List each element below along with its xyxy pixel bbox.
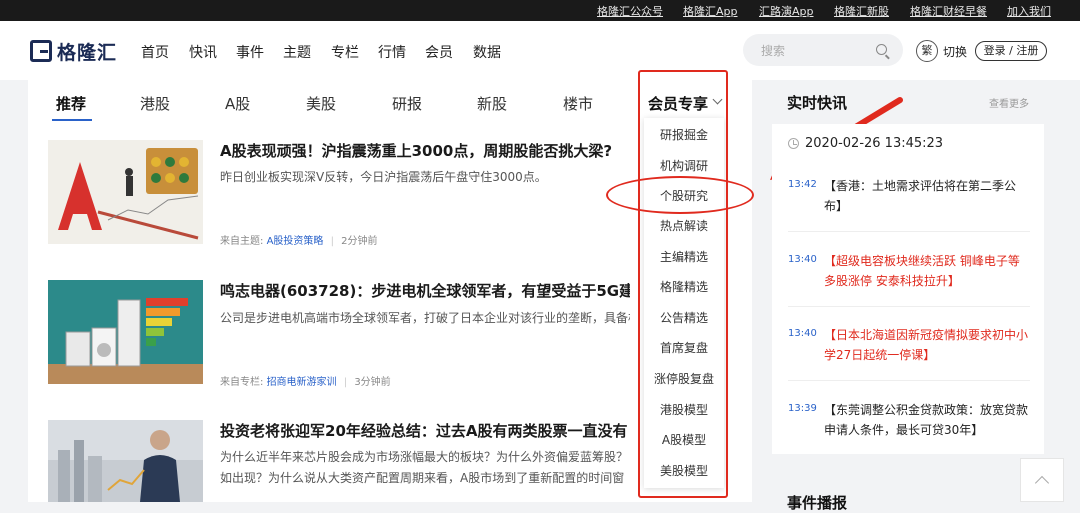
article-title[interactable]: 鸣志电器(603728)：步进电机全球领军者，有望受益于5G建设 (220, 280, 630, 301)
toplink-app[interactable]: 格隆汇App (683, 3, 738, 19)
tab-recommend[interactable]: 推荐 (56, 93, 86, 114)
nav-member[interactable]: 会员 (425, 42, 453, 62)
tab-ipo[interactable]: 新股 (477, 93, 507, 114)
menu-item-editor-picks[interactable]: 主编精选 (644, 248, 724, 265)
toplink-breakfast[interactable]: 格隆汇财经早餐 (910, 3, 987, 19)
nav-columns[interactable]: 专栏 (331, 42, 359, 62)
flash-item-time: 13:39 (788, 403, 817, 414)
back-to-top-button[interactable] (1020, 458, 1064, 502)
tab-us-stocks[interactable]: 美股 (306, 93, 336, 114)
menu-item-stock-research[interactable]: 个股研究 (644, 187, 724, 204)
flash-item-time: 13:42 (788, 179, 817, 190)
menu-item-gelonghui-picks[interactable]: 格隆精选 (644, 278, 724, 295)
flash-item-time: 13:40 (788, 254, 817, 265)
active-tab-underline (52, 119, 92, 121)
flash-item-text[interactable]: 【香港：土地需求评估将在第二季公布】 (824, 176, 1030, 216)
toplink-ipo[interactable]: 格隆汇新股 (834, 3, 889, 19)
menu-item-us-model[interactable]: 美股模型 (644, 462, 724, 479)
nav-quotes[interactable]: 行情 (378, 42, 406, 62)
flash-item-text[interactable]: 【东莞调整公积金贷款政策：放宽贷款申请人条件，最长可贷30年】 (824, 400, 1030, 440)
article-meta: 来自主题: A股投资策略 | 2分钟前 (220, 232, 378, 247)
menu-item-hot-topics[interactable]: 热点解读 (644, 217, 724, 234)
toplink-join[interactable]: 加入我们 (1007, 3, 1051, 19)
search-icon[interactable] (876, 44, 887, 55)
meta-tag-link[interactable]: 招商电新游家训 (267, 377, 337, 388)
article-thumbnail[interactable] (48, 280, 203, 384)
logo-text: 格隆汇 (57, 41, 118, 64)
article-thumbnail[interactable] (48, 140, 203, 244)
divider (788, 231, 1030, 232)
flash-item-text[interactable]: 【日本北海道因新冠疫情拟要求初中小学27日起统一停课】 (824, 325, 1030, 365)
meta-divider: | (330, 236, 334, 247)
nav-events[interactable]: 事件 (236, 42, 264, 62)
nav-topics[interactable]: 主题 (283, 42, 311, 62)
article-summary: 为什么近半年来芯片股会成为市场涨幅最大的板块？为什么外资偏爱蓝筹股？如出现？为什… (220, 450, 629, 485)
events-broadcast-title: 事件播报 (787, 494, 848, 512)
menu-item-research-digest[interactable]: 研报掘金 (644, 126, 724, 143)
toplink-wechat[interactable]: 格隆汇公众号 (597, 3, 663, 19)
clock-icon (788, 138, 799, 149)
nav-home[interactable]: 首页 (141, 42, 169, 62)
menu-item-hk-model[interactable]: 港股模型 (644, 401, 724, 418)
meta-time: 2分钟前 (341, 236, 378, 247)
language-switch[interactable]: 切换 (943, 43, 967, 60)
menu-item-institution-survey[interactable]: 机构调研 (644, 157, 724, 174)
search-input[interactable]: 搜索 (743, 34, 903, 66)
menu-item-chief-review[interactable]: 首席复盘 (644, 339, 724, 356)
meta-tag-link[interactable]: A股投资策略 (267, 236, 324, 247)
traditional-chinese-icon[interactable]: 繁 (916, 40, 938, 62)
tab-research[interactable]: 研报 (392, 93, 422, 114)
tab-a-shares[interactable]: A股 (225, 93, 250, 114)
divider (788, 380, 1030, 381)
toplink-roadshow-app[interactable]: 汇路演App (759, 3, 814, 19)
flash-item-time: 13:40 (788, 328, 817, 339)
tab-member-exclusive[interactable]: 会员专享 (648, 93, 708, 114)
flash-news-title: 实时快讯 (787, 94, 848, 112)
site-logo[interactable]: 格隆汇 (30, 39, 118, 64)
a-share-illustration-image (48, 140, 203, 244)
article-title[interactable]: 投资老将张迎军20年经验总结：过去A股有两类股票一直没有 (220, 420, 630, 441)
article-meta: 来自专栏: 招商电新游家训 | 3分钟前 (220, 373, 391, 388)
appliance-energy-image (48, 280, 203, 384)
see-more-link[interactable]: 查看更多 (989, 95, 1029, 110)
nav-flash[interactable]: 快讯 (189, 42, 217, 62)
member-dropdown-menu: 研报掘金 机构调研 个股研究 热点解读 主编精选 格隆精选 公告精选 首席复盘 … (644, 118, 724, 488)
flash-item-text[interactable]: 【超级电容板块继续活跃 铜峰电子等多股涨停 安泰科技拉升】 (824, 251, 1030, 291)
menu-item-limit-up-review[interactable]: 涨停股复盘 (644, 370, 724, 387)
meta-divider: | (343, 377, 348, 388)
meta-time: 3分钟前 (354, 377, 391, 388)
menu-item-announcements[interactable]: 公告精选 (644, 309, 724, 326)
meta-prefix: 来自主题: (220, 236, 264, 247)
login-register-button[interactable]: 登录 / 注册 (975, 41, 1047, 61)
tab-hk-stocks[interactable]: 港股 (140, 93, 170, 114)
tab-property[interactable]: 楼市 (563, 93, 593, 114)
menu-item-a-share-model[interactable]: A股模型 (644, 431, 724, 448)
investor-city-image (48, 420, 203, 502)
flash-datetime: 2020-02-26 13:45:23 (805, 136, 944, 151)
chevron-up-icon (1034, 475, 1050, 491)
top-bar: 格隆汇公众号 格隆汇App 汇路演App 格隆汇新股 格隆汇财经早餐 加入我们 (0, 0, 1080, 21)
logo-icon (30, 40, 52, 62)
search-placeholder: 搜索 (761, 44, 786, 58)
flash-news-panel: 2020-02-26 13:45:23 13:42 【香港：土地需求评估将在第二… (772, 124, 1044, 454)
site-header: 格隆汇 首页 快讯 事件 主题 专栏 行情 会员 数据 搜索 繁 切换 登录 /… (0, 21, 1080, 80)
article-thumbnail[interactable] (48, 420, 203, 502)
divider (788, 306, 1030, 307)
meta-prefix: 来自专栏: (220, 377, 264, 388)
nav-data[interactable]: 数据 (473, 42, 501, 62)
article-summary: 公司是步进电机高端市场全球领军者，打破了日本企业对该行业的垄断，具备核 (220, 311, 630, 325)
